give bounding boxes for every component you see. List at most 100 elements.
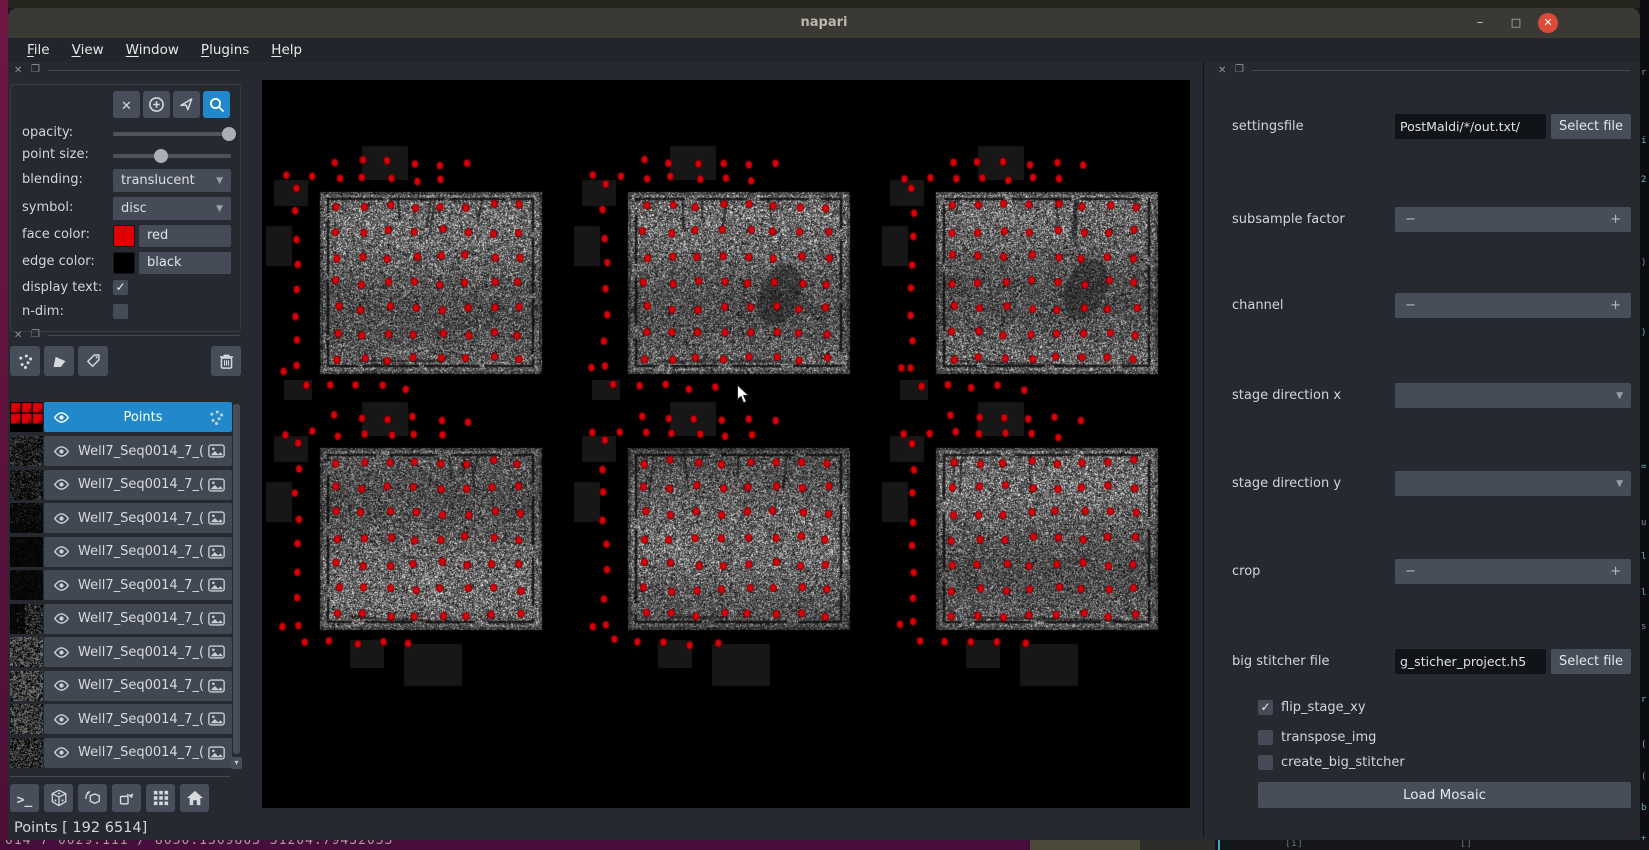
visibility-eye-icon[interactable] — [44, 512, 78, 525]
increment-icon[interactable]: + — [1610, 212, 1621, 227]
transpose-dimensions-button[interactable] — [112, 784, 141, 812]
terminal-glyph: ) — [1641, 328, 1647, 338]
face-color-swatch[interactable] — [113, 225, 135, 247]
layer-name: Well7_Seq0014_7_( — [78, 644, 205, 660]
increment-icon[interactable]: + — [1610, 564, 1621, 579]
channel-spinbox[interactable]: − + — [1395, 293, 1631, 318]
visibility-eye-icon[interactable] — [44, 445, 78, 458]
select-file-button[interactable]: Select file — [1551, 649, 1631, 674]
dock-close-icon[interactable]: ✕ — [14, 331, 22, 341]
close-button[interactable]: ✕ — [1538, 13, 1558, 33]
pan-zoom-button[interactable] — [203, 91, 230, 118]
visibility-eye-icon[interactable] — [44, 646, 78, 659]
layer-row[interactable]: Well7_Seq0014_7_( — [44, 704, 232, 734]
edge-color-field[interactable]: black — [139, 252, 231, 274]
settingsfile-input[interactable]: /PostMaldi/*/out.txt — [1395, 114, 1546, 139]
transpose_img-checkbox[interactable] — [1258, 730, 1273, 745]
delete-selected-points-button[interactable]: ✕ — [113, 91, 140, 118]
minimize-button[interactable]: – — [1470, 13, 1490, 33]
points-icon — [17, 353, 34, 370]
layer-row[interactable]: Well7_Seq0014_7_( — [44, 503, 232, 533]
layer-row[interactable]: Well7_Seq0014_7_( — [44, 436, 232, 466]
scrollbar-down-arrow[interactable]: ▾ — [231, 757, 242, 769]
dock-close-icon[interactable]: ✕ — [14, 66, 22, 76]
menu-file[interactable]: File — [16, 42, 61, 58]
symbol-dropdown[interactable]: disc ▼ — [113, 197, 231, 220]
point-size-slider-handle[interactable] — [154, 149, 169, 163]
opacity-slider[interactable] — [113, 132, 231, 136]
menu-plugins[interactable]: Plugins — [190, 42, 260, 58]
visibility-eye-icon[interactable] — [44, 612, 78, 625]
increment-icon[interactable]: + — [1610, 298, 1621, 313]
layer-row[interactable]: Well7_Seq0014_7_( — [44, 570, 232, 600]
image-layer-icon — [208, 544, 225, 559]
flip_stage_xy-checkbox[interactable]: ✓ — [1258, 700, 1273, 715]
visibility-eye-icon[interactable] — [44, 545, 78, 558]
big-stitcher-file-input[interactable]: g_sticher_project.h5 — [1395, 649, 1546, 674]
menu-view[interactable]: View — [61, 42, 115, 58]
console-button[interactable]: >_ — [10, 784, 39, 812]
toggle-ndisplay-button[interactable] — [44, 784, 73, 812]
layer-row[interactable]: Well7_Seq0014_7_( — [44, 603, 232, 634]
visibility-eye-icon[interactable] — [44, 713, 78, 726]
edge-color-swatch[interactable] — [113, 252, 135, 274]
visibility-eye-icon[interactable] — [44, 679, 78, 692]
subsample-factor-spinbox[interactable]: − + — [1395, 207, 1631, 232]
magnifier-icon — [209, 97, 225, 113]
field-label-crop: crop — [1232, 564, 1261, 579]
grid-view-button[interactable] — [146, 784, 175, 812]
roll-dimensions-button[interactable] — [78, 784, 107, 812]
titlebar[interactable]: napari – □ ✕ — [8, 8, 1640, 38]
layer-thumbnail — [10, 603, 43, 634]
menu-window[interactable]: Window — [115, 42, 190, 58]
visibility-eye-icon[interactable] — [44, 478, 78, 491]
ndim-checkbox[interactable] — [113, 304, 128, 319]
dock-float-icon[interactable]: ❐ — [31, 330, 40, 340]
layer-row[interactable]: Well7_Seq0014_7_( — [44, 670, 232, 701]
layer-row[interactable]: Well7_Seq0014_7_( — [44, 637, 232, 667]
separator-line — [10, 776, 230, 777]
dock-splitter[interactable] — [1203, 62, 1204, 838]
background-terminal-text-right1: [i] — [1285, 840, 1304, 849]
visibility-eye-icon[interactable] — [44, 746, 78, 759]
visibility-eye-icon[interactable] — [44, 579, 78, 592]
new-labels-layer-button[interactable] — [78, 346, 108, 376]
decrement-icon[interactable]: − — [1405, 212, 1416, 227]
field-label-settingsfile: settingsfile — [1232, 119, 1304, 134]
face-color-field[interactable]: red — [139, 225, 231, 247]
viewer-canvas[interactable] — [262, 80, 1190, 808]
point-size-slider[interactable] — [113, 154, 231, 158]
stage-direction-y-dropdown[interactable]: ▼ — [1395, 471, 1631, 496]
decrement-icon[interactable]: − — [1405, 564, 1416, 579]
dock-float-icon[interactable]: ❐ — [31, 65, 40, 75]
layer-row[interactable]: Well7_Seq0014_7_( — [44, 469, 232, 500]
decrement-icon[interactable]: − — [1405, 298, 1416, 313]
crop-spinbox[interactable]: − + — [1395, 559, 1631, 584]
layer-thumbnail — [10, 469, 43, 500]
dock-close-icon[interactable]: ✕ — [1218, 66, 1226, 76]
menu-help[interactable]: Help — [260, 42, 313, 58]
create_big_stitcher-checkbox[interactable] — [1258, 755, 1273, 770]
field-label-stage-direction-y: stage direction y — [1232, 476, 1342, 491]
home-reset-view-button[interactable] — [180, 784, 209, 812]
load-mosaic-button[interactable]: Load Mosaic — [1258, 782, 1631, 808]
chevron-down-icon: ▼ — [1616, 390, 1623, 401]
blending-dropdown[interactable]: translucent ▼ — [113, 169, 231, 192]
delete-layer-button[interactable] — [211, 346, 241, 376]
opacity-slider-handle[interactable] — [221, 127, 236, 141]
display-text-checkbox[interactable]: ✓ — [113, 280, 128, 295]
add-points-button[interactable] — [143, 91, 170, 118]
layer-list-scrollbar[interactable] — [233, 404, 240, 754]
layer-row[interactable]: Points — [44, 402, 232, 432]
dock-float-icon[interactable]: ❐ — [1235, 65, 1244, 75]
select-points-button[interactable] — [173, 91, 200, 118]
layer-row[interactable]: Well7_Seq0014_7_( — [44, 536, 232, 567]
select-file-button[interactable]: Select file — [1551, 114, 1631, 139]
bottom-strip-olive — [1030, 840, 1140, 850]
layer-row[interactable]: Well7_Seq0014_7_( — [44, 737, 232, 768]
visibility-eye-icon[interactable] — [44, 411, 78, 424]
new-shapes-layer-button[interactable] — [44, 346, 74, 376]
new-points-layer-button[interactable] — [10, 346, 40, 376]
stage-direction-x-dropdown[interactable]: ▼ — [1395, 383, 1631, 408]
maximize-button[interactable]: □ — [1506, 13, 1526, 33]
